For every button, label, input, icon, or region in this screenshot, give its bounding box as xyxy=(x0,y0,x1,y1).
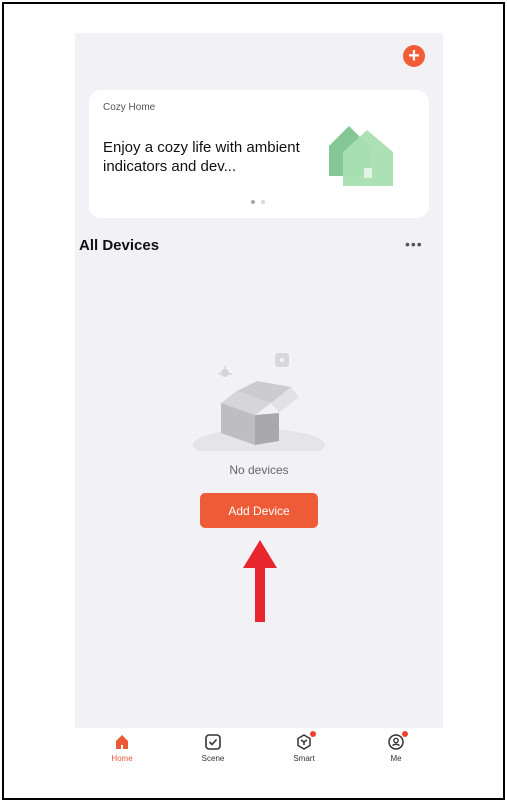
no-devices-message: No devices xyxy=(229,463,289,477)
tab-home[interactable]: Home xyxy=(92,733,152,763)
tab-scene[interactable]: Scene xyxy=(183,733,243,763)
open-box-illustration xyxy=(193,353,325,451)
tab-scene-label: Scene xyxy=(201,754,225,763)
bottom-tab-bar: Home Scene Smart Me xyxy=(75,728,443,773)
banner-pagination xyxy=(251,200,265,204)
tab-me-label: Me xyxy=(390,754,402,763)
checkbox-icon xyxy=(204,733,222,751)
cozy-home-banner[interactable]: Cozy Home Enjoy a cozy life with ambient… xyxy=(89,90,429,218)
plus-circle-icon: + xyxy=(408,45,420,67)
banner-subtitle: Cozy Home xyxy=(103,102,156,113)
tab-home-label: Home xyxy=(111,754,133,763)
app-screen: + Cozy Home Enjoy a cozy life with ambie… xyxy=(75,33,443,773)
profile-icon xyxy=(387,731,408,751)
page-dot-active xyxy=(251,200,255,204)
tab-me[interactable]: Me xyxy=(366,731,426,763)
red-arrow-annotation xyxy=(243,540,277,622)
smart-cube-icon xyxy=(295,731,316,751)
add-device-button[interactable]: Add Device xyxy=(200,493,318,528)
banner-title: Enjoy a cozy life with ambient indicator… xyxy=(103,139,300,175)
me-notification-badge xyxy=(402,731,408,737)
home-icon xyxy=(113,733,131,751)
all-devices-title: All Devices xyxy=(79,237,160,254)
page-dot xyxy=(261,200,265,204)
tab-smart-label: Smart xyxy=(293,754,315,763)
add-device-plus-button[interactable]: + xyxy=(403,45,425,67)
more-options-button[interactable]: ••• xyxy=(405,236,423,252)
smart-notification-badge xyxy=(310,731,316,737)
tab-smart[interactable]: Smart xyxy=(274,731,334,763)
green-house-illustration xyxy=(329,126,393,186)
